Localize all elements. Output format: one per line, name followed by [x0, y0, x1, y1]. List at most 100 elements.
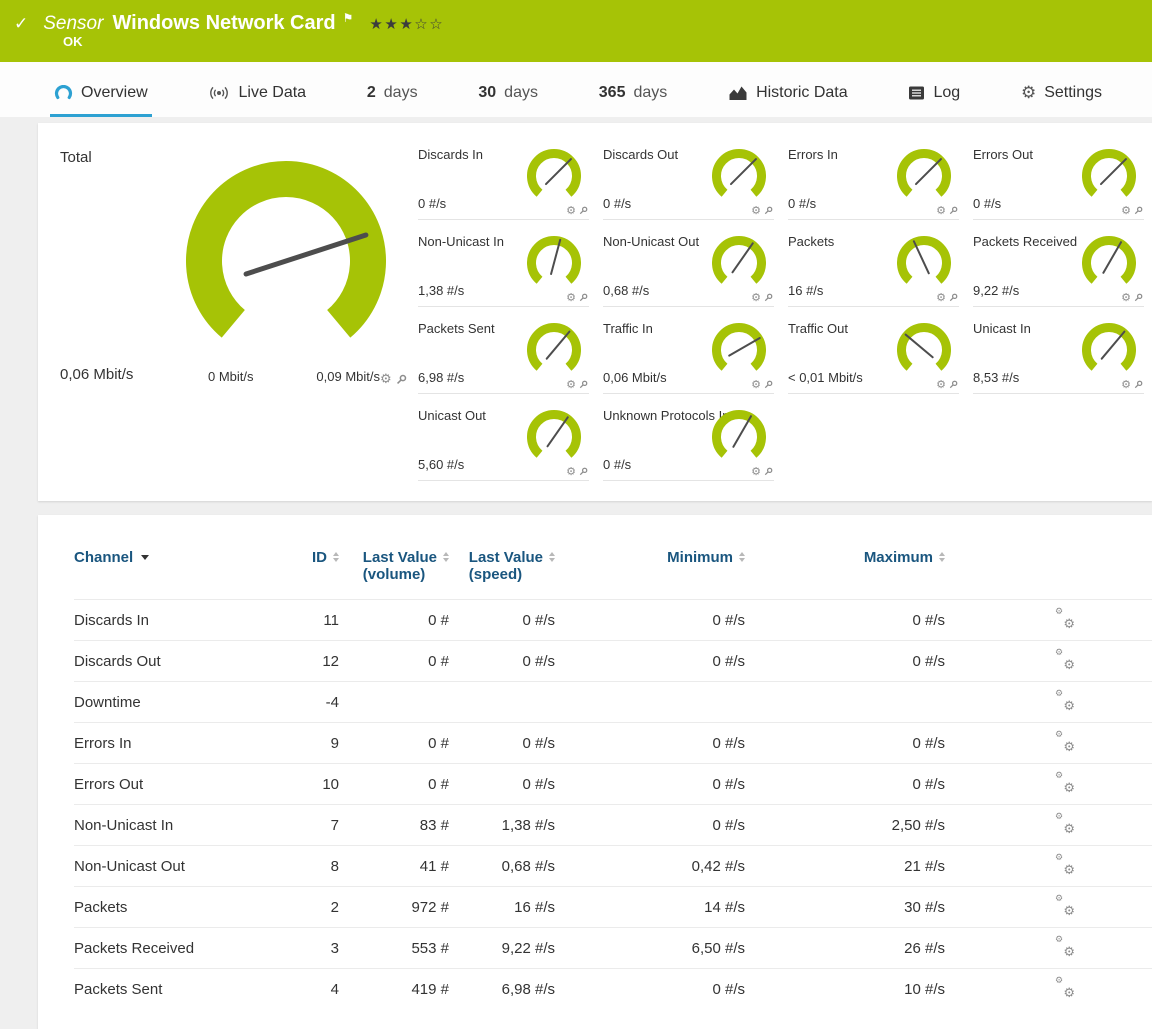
tab-settings[interactable]: ⚙Settings — [1017, 84, 1106, 117]
column-header-sublabel: (speed) — [469, 566, 555, 583]
column-header-channel[interactable]: Channel — [74, 549, 284, 566]
gauge-actions: ⚙ — [936, 292, 958, 303]
gear-small-icon: ⚙ — [1055, 977, 1063, 986]
gear-big-icon: ⚙ — [1063, 782, 1075, 795]
tab-log[interactable]: Log — [904, 84, 964, 117]
column-header-minimum[interactable]: Minimum — [555, 549, 745, 566]
sort-arrows-icon[interactable] — [739, 552, 745, 562]
sort-arrows-icon[interactable] — [333, 552, 339, 562]
sort-arrows-icon[interactable] — [443, 552, 449, 562]
gear-icon[interactable]: ⚙ — [751, 379, 761, 390]
channel-settings-icon[interactable]: ⚙⚙ — [1055, 939, 1075, 957]
cell-id: 9 — [284, 735, 339, 752]
sort-arrows-icon[interactable] — [549, 552, 555, 562]
pin-icon[interactable] — [579, 206, 588, 215]
pin-icon[interactable] — [1134, 293, 1143, 302]
gauge-actions: ⚙ — [1121, 379, 1143, 390]
star-filled-icon[interactable]: ★ — [369, 15, 384, 33]
channel-settings-icon[interactable]: ⚙⚙ — [1055, 652, 1075, 670]
gear-small-icon: ⚙ — [1055, 936, 1063, 945]
gear-icon[interactable]: ⚙ — [1121, 292, 1131, 303]
flag-icon[interactable]: ⚑ — [343, 11, 354, 25]
pin-icon[interactable] — [579, 467, 588, 476]
object-kind-label: Sensor — [43, 13, 103, 35]
tab-overview[interactable]: Overview — [50, 84, 152, 117]
pin-icon[interactable] — [764, 380, 773, 389]
cell-channel: Packets Received — [74, 940, 284, 957]
channel-settings-icon[interactable]: ⚙⚙ — [1055, 611, 1075, 629]
cell-minimum: 6,50 #/s — [555, 940, 745, 957]
tab-live-data[interactable]: Live Data — [204, 84, 310, 117]
channel-settings-icon[interactable]: ⚙⚙ — [1055, 775, 1075, 793]
gear-big-icon: ⚙ — [1063, 700, 1075, 713]
pin-icon[interactable] — [396, 374, 407, 385]
column-header-id[interactable]: ID — [284, 549, 339, 566]
cell-minimum: 14 #/s — [555, 899, 745, 916]
tab-365-days[interactable]: 365days — [595, 84, 672, 117]
pin-icon[interactable] — [764, 293, 773, 302]
gear-icon[interactable]: ⚙ — [936, 205, 946, 216]
gauge-actions: ⚙ — [936, 379, 958, 390]
pin-icon[interactable] — [764, 206, 773, 215]
cell-channel: Discards Out — [74, 653, 284, 670]
gear-icon[interactable]: ⚙ — [566, 292, 576, 303]
pin-icon[interactable] — [949, 380, 958, 389]
cell-id: 3 — [284, 940, 339, 957]
tab-30-days[interactable]: 30days — [474, 84, 542, 117]
pin-icon[interactable] — [579, 380, 588, 389]
gear-icon[interactable]: ⚙ — [566, 205, 576, 216]
cell-minimum: 0 #/s — [555, 981, 745, 998]
gear-icon[interactable]: ⚙ — [1121, 379, 1131, 390]
pin-icon[interactable] — [1134, 206, 1143, 215]
channel-settings-icon[interactable]: ⚙⚙ — [1055, 816, 1075, 834]
total-gauge-min: 0 Mbit/s — [208, 369, 254, 384]
gauge-non-unicast-out: Non-Unicast Out 0,68 #/s⚙ — [603, 232, 774, 307]
cell-last_speed: 1,38 #/s — [449, 817, 555, 834]
pin-icon[interactable] — [949, 206, 958, 215]
channels-table-panel: ChannelIDLast Value(volume)Last Value(sp… — [38, 515, 1152, 1029]
cell-id: 8 — [284, 858, 339, 875]
pin-icon[interactable] — [764, 467, 773, 476]
column-header-last-speed[interactable]: Last Value(speed) — [449, 549, 555, 583]
gear-icon[interactable]: ⚙ — [380, 373, 392, 386]
gear-icon[interactable]: ⚙ — [936, 379, 946, 390]
gauge-actions: ⚙ — [751, 205, 773, 216]
gauge-unicast-out: Unicast Out 5,60 #/s⚙ — [418, 406, 589, 481]
gear-icon[interactable]: ⚙ — [566, 466, 576, 477]
gear-icon[interactable]: ⚙ — [751, 466, 761, 477]
gauge-value: 1,38 #/s — [418, 283, 464, 298]
pin-icon[interactable] — [579, 293, 588, 302]
channel-settings-icon[interactable]: ⚙⚙ — [1055, 898, 1075, 916]
gear-icon[interactable]: ⚙ — [566, 379, 576, 390]
star-empty-icon[interactable]: ☆ — [414, 15, 429, 33]
gauge-actions: ⚙ — [566, 379, 588, 390]
star-empty-icon[interactable]: ☆ — [429, 15, 444, 33]
cell-maximum: 21 #/s — [745, 858, 945, 875]
sort-arrows-icon[interactable] — [939, 552, 945, 562]
tab-2-days[interactable]: 2days — [363, 84, 422, 117]
gear-icon[interactable]: ⚙ — [1121, 205, 1131, 216]
star-filled-icon[interactable]: ★ — [384, 15, 399, 33]
gauge-packets-sent: Packets Sent 6,98 #/s⚙ — [418, 319, 589, 394]
gear-icon[interactable]: ⚙ — [751, 205, 761, 216]
star-filled-icon[interactable]: ★ — [399, 15, 414, 33]
channel-settings-icon[interactable]: ⚙⚙ — [1055, 980, 1075, 998]
tab-number: 30 — [478, 84, 496, 102]
column-header-maximum[interactable]: Maximum — [745, 549, 945, 566]
channel-settings-icon[interactable]: ⚙⚙ — [1055, 693, 1075, 711]
gear-icon[interactable]: ⚙ — [936, 292, 946, 303]
cell-maximum: 0 #/s — [745, 612, 945, 629]
tab-historic-data[interactable]: Historic Data — [724, 84, 852, 117]
priority-stars[interactable]: ★★★☆☆ — [369, 15, 444, 33]
channel-settings-icon[interactable]: ⚙⚙ — [1055, 734, 1075, 752]
column-header-line: Last Value — [469, 549, 555, 566]
cell-last_volume: 0 # — [339, 653, 449, 670]
gauge-dial — [712, 149, 766, 203]
channel-settings-icon[interactable]: ⚙⚙ — [1055, 857, 1075, 875]
pin-icon[interactable] — [949, 293, 958, 302]
cell-last_speed: 9,22 #/s — [449, 940, 555, 957]
pin-icon[interactable] — [1134, 380, 1143, 389]
cell-channel: Downtime — [74, 694, 284, 711]
gear-icon[interactable]: ⚙ — [751, 292, 761, 303]
column-header-last-volume[interactable]: Last Value(volume) — [339, 549, 449, 583]
